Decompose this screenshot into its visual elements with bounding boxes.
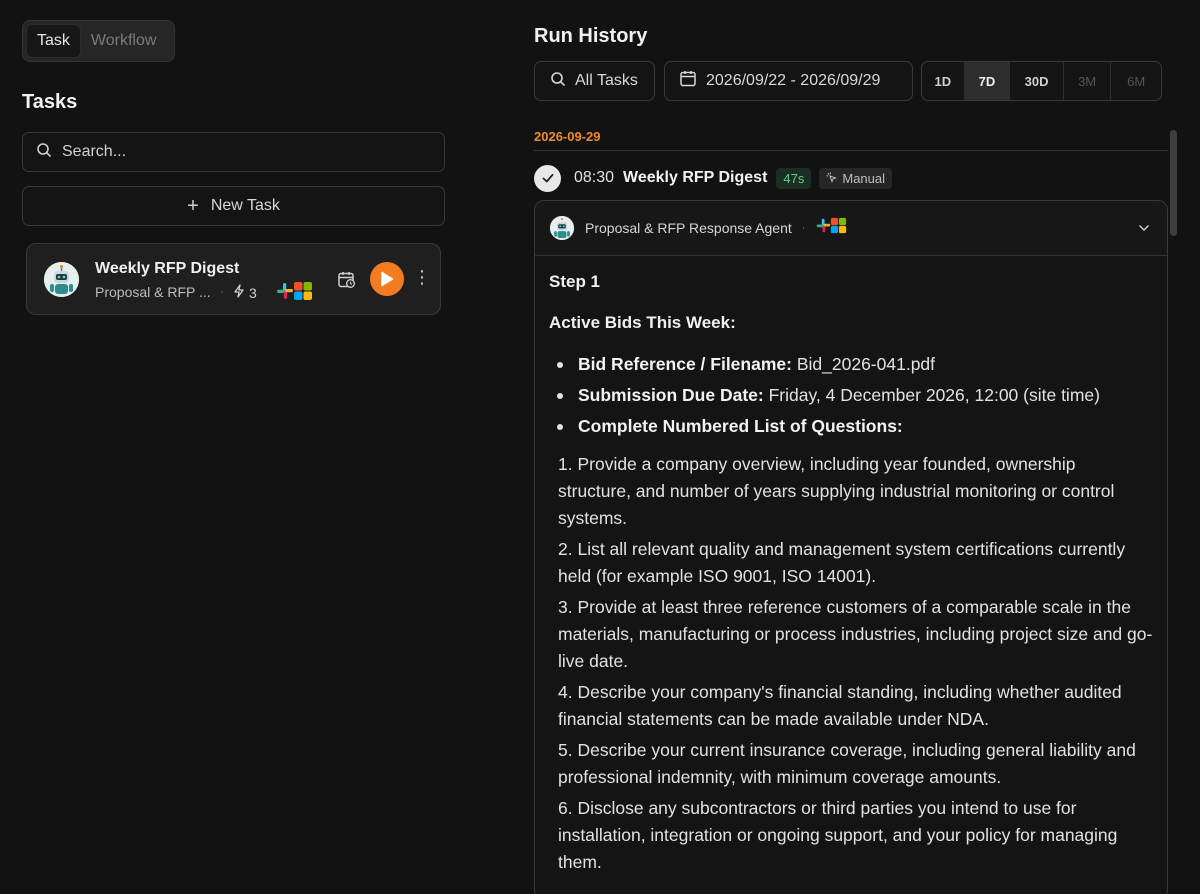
plus-icon: + [187,195,199,217]
task-agent-name: Proposal & RFP ... [95,284,211,300]
run-duration-badge: 47s [776,167,812,189]
bullet-label: Submission Due Date: [578,385,764,405]
trigger-count-value: 3 [249,284,257,301]
slack-icon [275,281,295,306]
range-6m: 6M [1127,73,1146,89]
mode-switch: Task Workflow [22,20,175,62]
question-item: 1. Provide a company overview, including… [558,454,1115,528]
separator-dot: · [220,284,224,298]
trigger-label: Manual [842,170,886,186]
microsoft-icon [830,217,847,239]
tasks-heading: Tasks [22,91,78,113]
trigger-badge: Manual [819,167,893,189]
connected-apps [815,217,847,239]
search-icon [550,71,566,92]
new-task-label: New Task [210,197,280,214]
search-input[interactable] [62,143,422,161]
question-item: 6. Disclose any subcontractors or third … [558,798,1118,872]
run-history-heading: Run History [534,25,648,47]
more-options-icon[interactable]: ⋮ [413,268,431,286]
divider [534,150,1168,151]
calendar-icon [680,70,696,92]
section-title: Active Bids This Week: [549,313,736,332]
task-filter-button[interactable]: All Tasks [534,61,655,101]
step-label: Step 1 [549,272,601,291]
task-search[interactable] [22,132,445,172]
agent-name: Proposal & RFP Response Agent [585,220,792,236]
robot-avatar-icon [44,262,79,297]
range-30d[interactable]: 30D [1010,62,1064,100]
task-title: Weekly RFP Digest [95,260,240,277]
run-time: 08:30 [574,169,615,186]
trigger-count: 3 [233,284,257,301]
scrollbar-thumb[interactable] [1170,130,1177,236]
task-card[interactable]: Weekly RFP Digest Proposal & RFP ... · 3 [26,243,441,315]
robot-avatar-icon [550,216,574,240]
bolt-icon [233,284,245,301]
run-detail-panel: Proposal & RFP Response Agent · Step 1 A… [534,200,1168,894]
search-icon [36,142,52,163]
connected-apps [275,281,313,306]
range-3m: 3M [1064,62,1112,100]
chevron-down-icon[interactable] [1137,221,1151,240]
bullet-label: Complete Numbered List of Questions: [578,416,903,436]
task-filter-label: All Tasks [575,72,638,89]
question-list: 1. Provide a company overview, including… [549,451,1153,876]
cursor-click-icon [826,171,838,186]
run-output: Step 1 Active Bids This Week: Bid Refere… [535,256,1167,876]
tab-workflow[interactable]: Workflow [81,24,167,58]
list-item: Complete Numbered List of Questions: [549,411,1153,442]
bullet-label: Bid Reference / Filename: [578,354,792,374]
question-item: 5. Describe your current insurance cover… [558,740,1136,787]
bullet-list: Bid Reference / Filename: Bid_2026-041.p… [549,349,1153,442]
run-name: Weekly RFP Digest [623,169,768,186]
play-icon [381,271,394,287]
date-range-label: 2026/09/22 - 2026/09/29 [706,72,881,89]
list-item: Bid Reference / Filename: Bid_2026-041.p… [549,349,1153,380]
success-check-icon [534,164,561,192]
bullet-value: Friday, 4 December 2026, 12:00 (site tim… [768,385,1100,405]
question-item: 2. List all relevant quality and managem… [558,539,1126,586]
tab-task[interactable]: Task [26,24,81,58]
run-task-button[interactable] [370,262,404,296]
list-item: Submission Due Date: Friday, 4 December … [549,380,1153,411]
question-item: 4. Describe your company's financial sta… [558,682,1122,729]
range-7d[interactable]: 7D [964,62,1011,100]
run-detail-header[interactable]: Proposal & RFP Response Agent · [535,201,1167,256]
date-range-picker[interactable]: 2026/09/22 - 2026/09/29 [664,61,913,101]
schedule-icon[interactable] [337,270,357,295]
time-range-selector: 1D 7D 30D 3M 6M [921,61,1162,101]
run-row[interactable]: 08:30 Weekly RFP Digest 47s Manual [534,164,893,192]
separator-dot: · [801,222,806,234]
date-group-heading: 2026-09-29 [534,129,601,144]
bullet-value: Bid_2026-041.pdf [796,354,936,374]
new-task-button[interactable]: + New Task [22,186,445,226]
microsoft-icon [293,281,313,306]
question-item: 3. Provide at least three reference cust… [558,597,1153,671]
range-1d[interactable]: 1D [922,62,965,100]
